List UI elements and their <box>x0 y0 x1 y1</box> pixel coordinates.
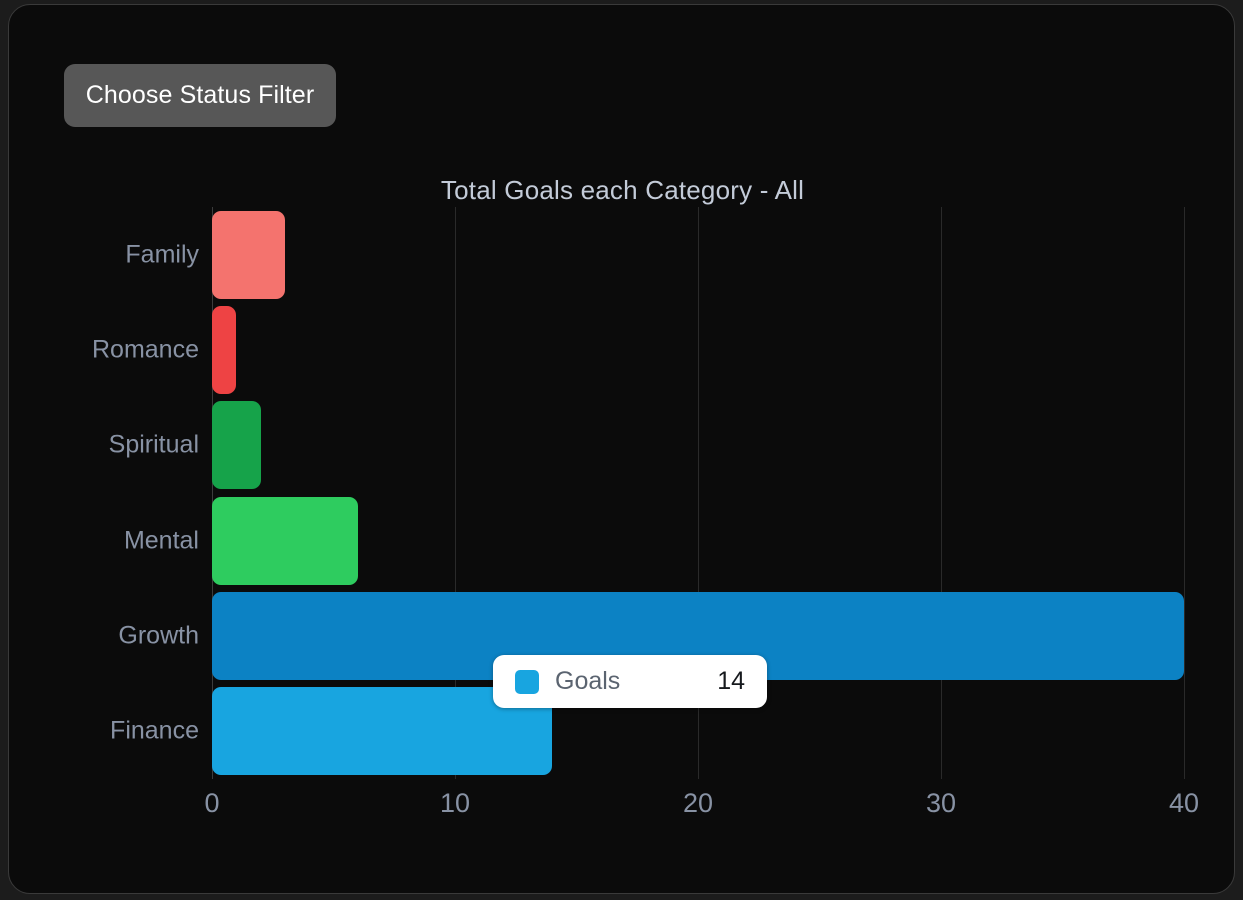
tooltip-value: 14 <box>717 667 745 695</box>
x-tick-label-30: 30 <box>925 788 957 818</box>
y-tick-label-family: Family <box>125 240 199 269</box>
bar-romance[interactable] <box>212 306 237 394</box>
y-tick-label-finance: Finance <box>110 716 199 745</box>
bar-chart: Total Goals each Category - All Family Ro… <box>9 5 1234 893</box>
bar-spiritual[interactable] <box>212 401 261 490</box>
bar-mental[interactable] <box>212 496 358 585</box>
y-tick-label-romance: Romance <box>92 335 199 364</box>
y-tick-label-mental: Mental <box>123 526 199 555</box>
y-axis-category-labels: Family Romance Spiritual Mental Growth Financ… <box>9 207 199 779</box>
chart-card: Choose Status Filter Total Goals each Ca… <box>8 4 1235 894</box>
gridline <box>1184 207 1185 779</box>
x-tick-label-0: 0 <box>204 788 220 818</box>
y-tick-label-spiritual: Spiritual <box>108 430 199 459</box>
bar-family[interactable] <box>212 210 285 299</box>
x-tick-label-10: 10 <box>439 788 471 818</box>
chart-title: Total Goals each Category - All <box>440 175 805 205</box>
tooltip-series-label: Goals <box>555 667 621 695</box>
app-root: Choose Status Filter Total Goals each Ca… <box>0 0 1243 900</box>
chart-tooltip: Goals 14 <box>493 655 767 708</box>
x-tick-label-20: 20 <box>682 788 714 818</box>
gridline <box>941 207 942 779</box>
x-tick-label-40: 40 <box>1168 788 1200 818</box>
y-tick-label-growth: Growth <box>118 621 199 650</box>
tooltip-color-swatch-icon <box>515 669 539 694</box>
x-axis-tick-labels: 0 10 20 30 40 <box>204 788 1199 828</box>
